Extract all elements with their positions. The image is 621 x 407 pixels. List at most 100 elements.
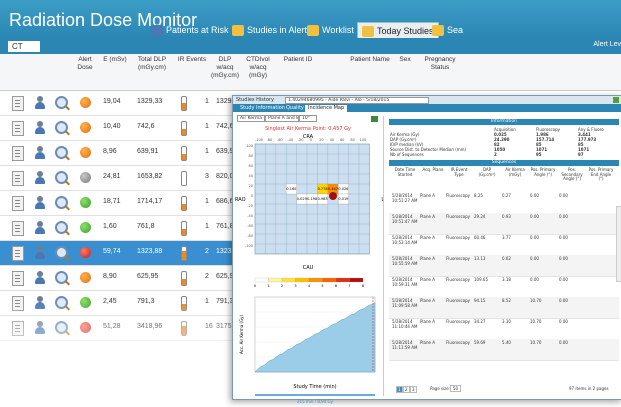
sequence-cell: Plane A: [420, 256, 435, 261]
sequence-cell: 0.00: [530, 256, 539, 261]
sequence-column-header[interactable]: Pos. Primary Angle (°): [530, 167, 556, 177]
page-size-select[interactable]: 50: [450, 385, 462, 392]
sequence-column-header[interactable]: Date Time Started: [392, 167, 418, 177]
y-tick-label: -20: [247, 204, 253, 208]
sequence-column-header[interactable]: Acq. Plane: [420, 167, 446, 173]
dose-cell-label: 0.983: [318, 197, 328, 201]
sequence-row[interactable]: 5/28/2014 10:51:47 AM Plane A Fluoroscopy 2…: [389, 213, 619, 235]
cell-ir-events: 1: [205, 148, 209, 155]
patient-icon[interactable]: [34, 271, 46, 284]
cell-e: 8,96: [103, 148, 117, 155]
dose-gauge-icon: [181, 96, 187, 111]
sequence-row[interactable]: 5/28/2014 11:11:59 AM Plane A Fluoroscopy 5…: [389, 339, 619, 361]
dose-cell-label: 0.160: [286, 187, 296, 191]
sequence-column-header[interactable]: IR Event Type: [446, 167, 472, 177]
sequence-column-header[interactable]: Air Kerma (mGy): [502, 167, 528, 177]
incidence-map-panel: Singlest Air Kerma Point: 0,457 GyCRACAU…: [235, 126, 383, 404]
search-icon[interactable]: [55, 221, 68, 234]
report-icon[interactable]: [12, 196, 24, 211]
sequence-cell: 3.10: [502, 319, 511, 324]
x-tick-label: 20: [319, 138, 323, 142]
sequence-row[interactable]: 5/28/2014 11:10:44 AM Plane A Fluoroscopy 3…: [389, 318, 619, 340]
report-icon[interactable]: [12, 146, 24, 161]
cell-total-dlp: 1653,82: [137, 173, 163, 180]
sequence-cell: 10.70: [530, 298, 542, 303]
report-icon[interactable]: [12, 171, 24, 186]
tab-today-studies[interactable]: Today Studies: [357, 22, 439, 39]
sequence-row[interactable]: 5/28/2014 11:09:58 AM Plane A Fluoroscopy 9…: [389, 297, 619, 319]
col-e-msv[interactable]: E (mSv): [103, 56, 127, 64]
tab-incidence-map[interactable]: Incidence Map: [305, 105, 348, 112]
report-icon[interactable]: [12, 221, 24, 236]
report-icon[interactable]: [12, 121, 24, 136]
col-pregnancy-status[interactable]: Pregnancy Status: [420, 56, 460, 72]
col-patient-id[interactable]: Patient ID: [278, 56, 318, 64]
sequence-cell: Fluoroscopy: [446, 277, 471, 282]
sequence-row[interactable]: 5/28/2014 10:53:14 AM Plane A Fluoroscopy 6…: [389, 234, 619, 256]
patient-icon[interactable]: [34, 146, 46, 159]
patient-icon[interactable]: [34, 121, 46, 134]
max-dose-marker-icon: [329, 192, 337, 200]
col-sex[interactable]: Sex: [395, 56, 415, 64]
tab-study-information[interactable]: Study Information: [237, 105, 288, 112]
search-icon[interactable]: [55, 246, 68, 259]
information-panel: Information Acquisition Fluoroscopy Any & F…: [383, 116, 621, 396]
search-icon[interactable]: [55, 271, 68, 284]
colorbar-tick-label: 3: [294, 284, 296, 288]
x-tick-label: -40: [287, 138, 293, 142]
patient-icon[interactable]: [34, 96, 46, 109]
pager-page-button[interactable]: 3: [410, 386, 417, 393]
sequence-cell: Fluoroscopy: [446, 298, 471, 303]
report-icon[interactable]: [12, 246, 24, 261]
sequence-row[interactable]: 5/28/2014 10:59:31 AM Plane A Fluoroscopy 1…: [389, 276, 619, 298]
sequence-cell: Plane A: [420, 193, 435, 198]
patient-icon[interactable]: [34, 196, 46, 209]
modality-select[interactable]: CT: [8, 41, 40, 52]
metric-select[interactable]: Air Kerma (Gy): [237, 115, 265, 122]
col-ctdivol-acq[interactable]: CTDIvol w/acq (mGy): [243, 56, 273, 80]
patient-icon[interactable]: [34, 246, 46, 259]
search-icon[interactable]: [55, 171, 68, 184]
alert-status-icon: [80, 197, 91, 208]
col-total-dlp[interactable]: Total DLP (mGy.cm): [132, 56, 172, 72]
col-dlp-acq[interactable]: DLP w/acq (mGy.cm): [210, 56, 240, 80]
tab-quality[interactable]: Quality: [283, 105, 307, 112]
cell-e: 59,74: [103, 248, 121, 255]
sequences-scrollbar[interactable]: [616, 206, 621, 282]
patient-icon[interactable]: [34, 171, 46, 184]
colorbar-segment: [349, 277, 364, 283]
sequence-cell: 0.00: [559, 193, 568, 198]
tab-studies-in-alert[interactable]: Studies in Alert: [232, 22, 307, 38]
sequence-row[interactable]: 5/28/2014 10:51:27 AM Plane A Fluoroscopy 8…: [389, 192, 619, 214]
sequence-cell: 0.00: [559, 214, 568, 219]
pager-page-button[interactable]: 1: [396, 386, 403, 393]
report-icon[interactable]: [12, 96, 24, 111]
col-ir-events[interactable]: IR Events: [177, 56, 207, 64]
sequence-column-header[interactable]: Pos. Primary End Angle (°): [588, 167, 614, 182]
search-icon[interactable]: [55, 121, 68, 134]
y-tick-label: -100: [245, 244, 253, 248]
dose-gauge-icon: [181, 196, 187, 211]
information-header: Information: [389, 119, 619, 125]
plane-select[interactable]: Plane A and B: [265, 115, 299, 122]
tab-search[interactable]: Sea: [432, 22, 463, 38]
angle-select[interactable]: 10°: [299, 115, 317, 122]
search-icon[interactable]: [55, 196, 68, 209]
tab-patients-at-risk[interactable]: Patients at Risk: [151, 22, 229, 38]
col-alert-dose[interactable]: Alert Dose: [74, 56, 96, 72]
sequence-column-header[interactable]: DAP (Gy.cm²): [474, 167, 500, 177]
sequence-cell: Plane A: [420, 340, 435, 345]
sequence-column-header[interactable]: Pos. Secondary Angle (°): [559, 167, 585, 182]
sequence-row[interactable]: 5/28/2014 10:55:59 AM Plane A Fluoroscopy 1…: [389, 255, 619, 277]
search-icon[interactable]: [55, 146, 68, 159]
colorbar-segment: [322, 277, 337, 283]
study-select[interactable]: 1.40294680995 - Aidé Palvi - Alo - 5/18/…: [285, 97, 429, 104]
close-icon[interactable]: [613, 97, 619, 103]
x-tick-label: -60: [277, 138, 283, 142]
sequence-cell: 10.70: [530, 319, 542, 324]
tab-worklist[interactable]: Worklist: [307, 22, 354, 38]
report-icon[interactable]: [12, 271, 24, 286]
search-icon[interactable]: [55, 96, 68, 109]
pager-page-button[interactable]: 2: [403, 386, 410, 393]
patient-icon[interactable]: [34, 221, 46, 234]
